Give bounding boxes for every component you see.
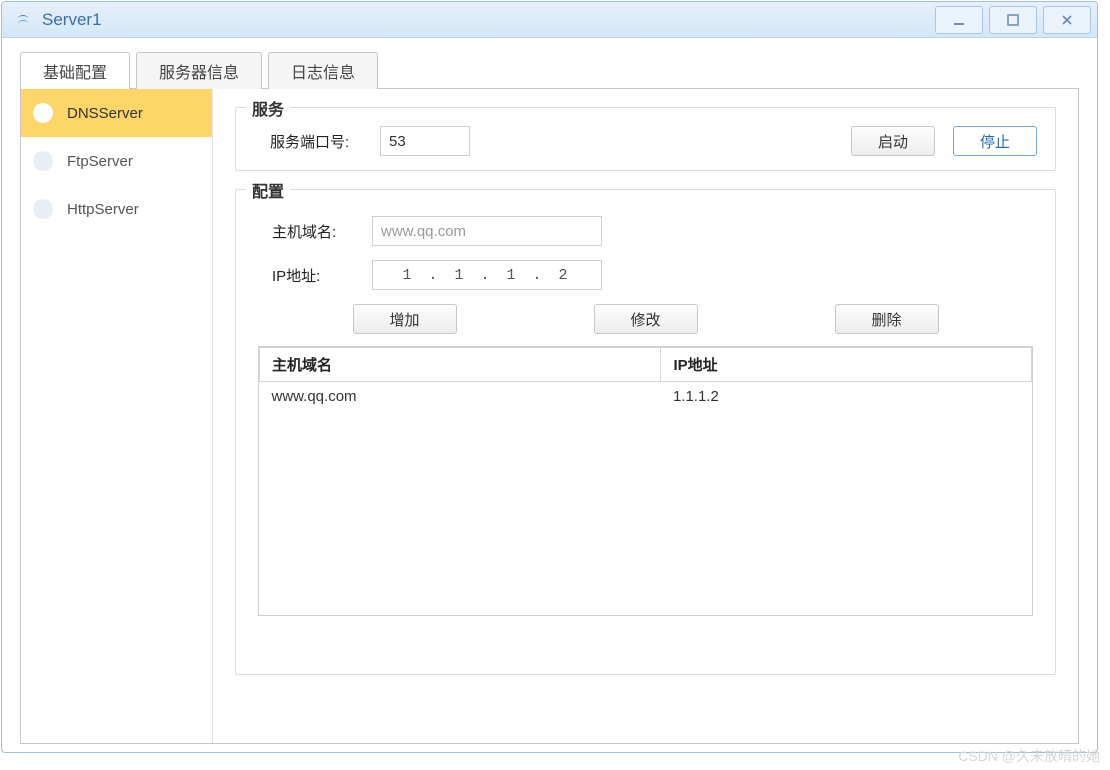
hostname-label: 主机域名: — [272, 221, 372, 242]
content-area: 基础配置 服务器信息 日志信息 DNSServer FtpServer Http… — [2, 38, 1097, 758]
status-indicator-icon — [33, 103, 53, 123]
add-button[interactable]: 增加 — [353, 304, 457, 334]
sidebar-item-label: FtpServer — [67, 153, 133, 170]
status-indicator-icon — [33, 199, 53, 219]
tab-server-info[interactable]: 服务器信息 — [136, 52, 262, 89]
dns-table-wrap[interactable]: 主机域名 IP地址 www.qq.com 1.1.1.2 — [258, 346, 1033, 616]
table-header-host[interactable]: 主机域名 — [260, 348, 661, 382]
table-header-ip[interactable]: IP地址 — [661, 348, 1032, 382]
dns-table: 主机域名 IP地址 www.qq.com 1.1.1.2 — [259, 347, 1032, 411]
tab-body: DNSServer FtpServer HttpServer 服务 服务端口号: — [20, 88, 1079, 744]
sidebar-item-label: DNSServer — [67, 105, 143, 122]
window-controls — [929, 6, 1091, 34]
port-label: 服务端口号: — [270, 131, 380, 152]
ip-input[interactable]: 1 . 1 . 1 . 2 — [372, 260, 602, 290]
ip-label: IP地址: — [272, 265, 372, 286]
close-button[interactable] — [1043, 6, 1091, 34]
modify-button[interactable]: 修改 — [594, 304, 698, 334]
stop-button[interactable]: 停止 — [953, 126, 1037, 156]
service-fieldset: 服务 服务端口号: 启动 停止 — [235, 107, 1056, 171]
app-icon — [12, 9, 34, 31]
sidebar-item-dnsserver[interactable]: DNSServer — [21, 89, 212, 137]
cell-ip: 1.1.1.2 — [661, 382, 1032, 412]
sidebar-item-ftpserver[interactable]: FtpServer — [21, 137, 212, 185]
titlebar: Server1 — [2, 2, 1097, 38]
tab-basic-config[interactable]: 基础配置 — [20, 52, 130, 89]
delete-button[interactable]: 删除 — [835, 304, 939, 334]
config-legend: 配置 — [246, 178, 290, 202]
main-panel: 服务 服务端口号: 启动 停止 配置 主机域名: — [213, 89, 1078, 743]
app-window: Server1 基础配置 服务器信息 日志信息 DNSServer — [1, 1, 1098, 753]
sidebar: DNSServer FtpServer HttpServer — [21, 89, 213, 743]
cell-host: www.qq.com — [260, 382, 661, 412]
service-legend: 服务 — [246, 96, 290, 120]
maximize-button[interactable] — [989, 6, 1037, 34]
hostname-input[interactable] — [372, 216, 602, 246]
port-input[interactable] — [380, 126, 470, 156]
status-indicator-icon — [33, 151, 53, 171]
minimize-button[interactable] — [935, 6, 983, 34]
tab-strip: 基础配置 服务器信息 日志信息 — [20, 52, 1079, 89]
sidebar-item-label: HttpServer — [67, 201, 139, 218]
window-title: Server1 — [42, 10, 102, 30]
tab-log-info[interactable]: 日志信息 — [268, 52, 378, 89]
config-fieldset: 配置 主机域名: IP地址: 1 . 1 . 1 . 2 增加 修改 删除 — [235, 189, 1056, 675]
start-button[interactable]: 启动 — [851, 126, 935, 156]
table-row[interactable]: www.qq.com 1.1.1.2 — [260, 382, 1032, 412]
sidebar-item-httpserver[interactable]: HttpServer — [21, 185, 212, 233]
